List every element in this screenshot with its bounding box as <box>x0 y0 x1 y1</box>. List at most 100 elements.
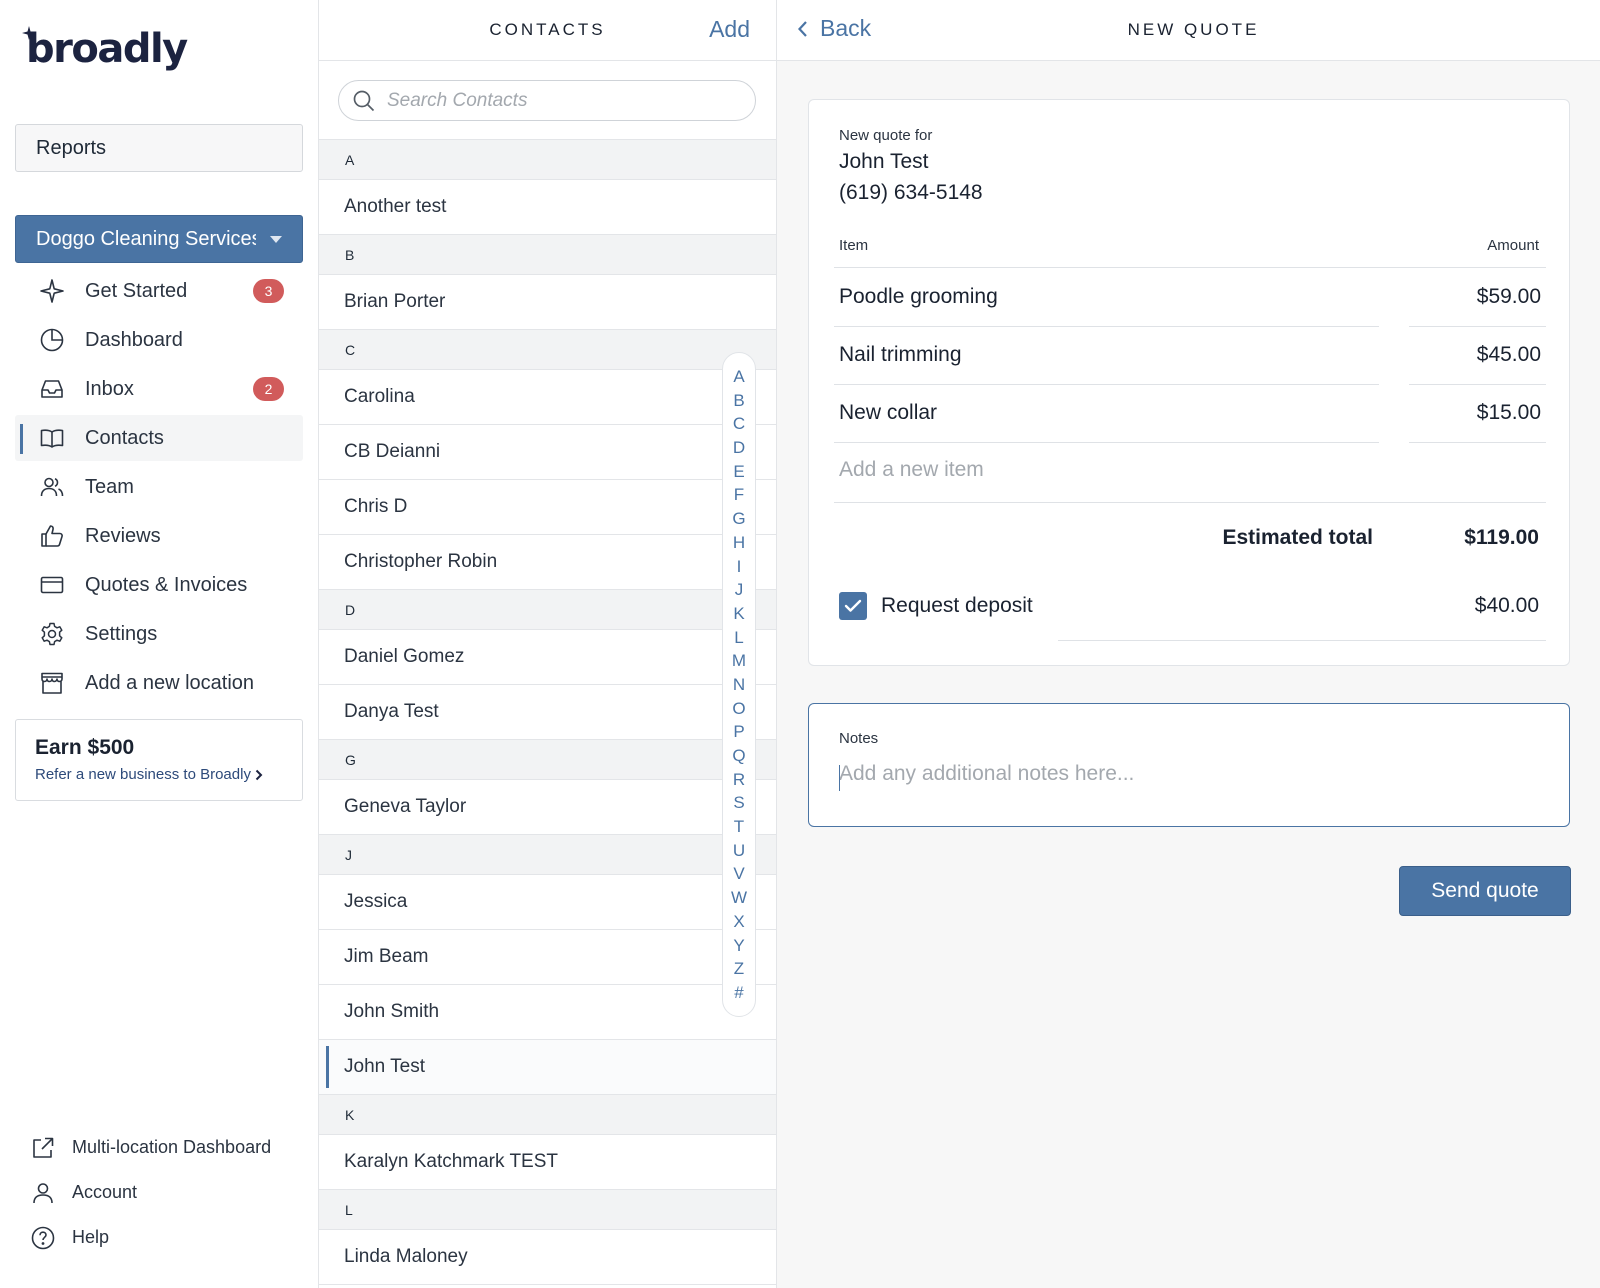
alphabet-index-letter[interactable]: T <box>723 815 755 839</box>
alphabet-index-letter[interactable]: # <box>723 981 755 1005</box>
new-item-input[interactable] <box>839 458 1339 482</box>
footer-item-help[interactable]: Help <box>30 1215 271 1260</box>
contact-row[interactable]: Danya Test <box>319 685 776 740</box>
line-item-name[interactable]: New collar <box>839 401 937 425</box>
alphabet-index-letter[interactable]: Y <box>723 934 755 958</box>
nav-item-quotes-invoices[interactable]: Quotes & Invoices <box>15 562 303 608</box>
letter-header: B <box>319 235 776 275</box>
line-item[interactable]: New collar $15.00 <box>834 384 1546 443</box>
alphabet-index-letter[interactable]: E <box>723 460 755 484</box>
contact-row[interactable]: Jessica <box>319 875 776 930</box>
referral-link[interactable]: Refer a new business to Broadly <box>35 766 302 783</box>
contact-row[interactable]: Daniel Gomez <box>319 630 776 685</box>
nav-item-settings[interactable]: Settings <box>15 611 303 657</box>
contact-row[interactable]: Chris D <box>319 480 776 535</box>
contact-row[interactable]: CB Deianni <box>319 425 776 480</box>
alphabet-index-letter[interactable]: F <box>723 483 755 507</box>
footer-item-account[interactable]: Account <box>30 1170 271 1215</box>
alphabet-index-letter[interactable]: H <box>723 531 755 555</box>
letter-header: J <box>319 835 776 875</box>
nav-item-get-started[interactable]: Get Started 3 <box>15 268 303 314</box>
contact-row[interactable]: Linda Maloney <box>319 1230 776 1285</box>
footer-item-multi-location[interactable]: Multi-location Dashboard <box>30 1125 271 1170</box>
notes-card: Notes <box>808 703 1570 827</box>
contact-row[interactable]: Carolina <box>319 370 776 425</box>
search-input[interactable] <box>387 89 717 112</box>
request-deposit-label[interactable]: Request deposit <box>881 594 1033 618</box>
line-item-name[interactable]: Poodle grooming <box>839 285 998 309</box>
alphabet-index-letter[interactable]: A <box>723 365 755 389</box>
alphabet-index-letter[interactable]: X <box>723 910 755 934</box>
new-quote-panel: Back NEW QUOTE New quote for John Test (… <box>777 0 1600 1288</box>
quote-card: New quote for John Test (619) 634-5148 I… <box>808 99 1570 666</box>
nav-item-team[interactable]: Team <box>15 464 303 510</box>
nav-item-inbox[interactable]: Inbox 2 <box>15 366 303 412</box>
nav-item-reviews[interactable]: Reviews <box>15 513 303 559</box>
line-item-amount[interactable]: $45.00 <box>1477 343 1541 367</box>
alphabet-index-letter[interactable]: J <box>723 578 755 602</box>
alphabet-index-letter[interactable]: W <box>723 886 755 910</box>
alphabet-index-letter[interactable]: V <box>723 862 755 886</box>
search-box[interactable] <box>338 80 756 121</box>
notes-input[interactable] <box>839 762 1529 802</box>
line-item[interactable]: Poodle grooming $59.00 <box>834 268 1546 327</box>
alphabet-index-letter[interactable]: C <box>723 412 755 436</box>
alphabet-index-letter[interactable]: D <box>723 436 755 460</box>
alphabet-index-letter[interactable]: P <box>723 720 755 744</box>
alphabet-index-letter[interactable]: L <box>723 626 755 650</box>
user-icon <box>33 1182 53 1203</box>
new-item-row <box>834 444 1546 503</box>
contact-row[interactable]: Brian Porter <box>319 275 776 330</box>
alphabet-index-letter[interactable]: R <box>723 768 755 792</box>
line-item-name[interactable]: Nail trimming <box>839 343 962 367</box>
text-caret <box>839 765 840 791</box>
nav-label: Contacts <box>85 426 164 449</box>
contact-row[interactable]: John Smith <box>319 985 776 1040</box>
thumbs-up-icon <box>41 525 63 547</box>
alphabet-index-letter[interactable]: B <box>723 389 755 413</box>
alphabet-index-letter[interactable]: Z <box>723 957 755 981</box>
line-item-amount[interactable]: $15.00 <box>1477 401 1541 425</box>
contact-row[interactable]: Another test <box>319 180 776 235</box>
add-contact-button[interactable]: Add <box>709 16 750 43</box>
request-deposit-checkbox[interactable] <box>839 592 867 620</box>
contact-row[interactable]: Jim Beam <box>319 930 776 985</box>
contact-name: Karalyn Katchmark TEST <box>344 1151 559 1172</box>
quote-for-label: New quote for <box>839 127 933 144</box>
line-item-amount[interactable]: $59.00 <box>1477 285 1541 309</box>
alphabet-index-letter[interactable]: S <box>723 791 755 815</box>
location-dropdown[interactable]: Doggo Cleaning Services <box>15 215 303 263</box>
divider <box>1409 442 1546 443</box>
deposit-amount[interactable]: $40.00 <box>1475 594 1539 618</box>
referral-card[interactable]: Earn $500 Refer a new business to Broadl… <box>15 719 303 801</box>
letter-header: A <box>319 140 776 180</box>
nav-label: Add a new location <box>85 671 255 694</box>
alphabet-index-letter[interactable]: Q <box>723 744 755 768</box>
contact-row[interactable]: Karalyn Katchmark TEST <box>319 1135 776 1190</box>
contact-name: Danya Test <box>344 701 439 722</box>
alphabet-index-letter[interactable]: I <box>723 555 755 579</box>
customer-name: John Test <box>839 150 929 173</box>
contact-name: Christopher Robin <box>344 551 498 572</box>
broadly-logo[interactable]: broadly <box>22 24 188 74</box>
contact-list: A Another test B Brian Porter C Carolina… <box>319 140 776 1285</box>
nav-label: Dashboard <box>85 328 183 351</box>
alphabet-index-letter[interactable]: G <box>723 507 755 531</box>
nav-item-dashboard[interactable]: Dashboard <box>15 317 303 363</box>
reports-button[interactable]: Reports <box>15 124 303 172</box>
alphabet-index-letter[interactable]: N <box>723 673 755 697</box>
contact-name: John Test <box>344 1056 425 1077</box>
alphabet-index-letter[interactable]: M <box>723 649 755 673</box>
line-item[interactable]: Nail trimming $45.00 <box>834 326 1546 385</box>
contact-row[interactable]: Christopher Robin <box>319 535 776 590</box>
nav-item-add-location[interactable]: Add a new location <box>15 660 303 706</box>
alphabet-index-letter[interactable]: U <box>723 839 755 863</box>
alphabet-index-letter[interactable]: O <box>723 697 755 721</box>
estimated-total-label: Estimated total <box>1222 526 1373 549</box>
alphabet-index-letter[interactable]: K <box>723 602 755 626</box>
send-quote-button[interactable]: Send quote <box>1399 866 1571 916</box>
contact-row[interactable]: Geneva Taylor <box>319 780 776 835</box>
pie-chart-icon <box>40 328 64 352</box>
contact-row-selected[interactable]: John Test <box>319 1040 776 1095</box>
nav-item-contacts[interactable]: Contacts <box>15 415 303 461</box>
